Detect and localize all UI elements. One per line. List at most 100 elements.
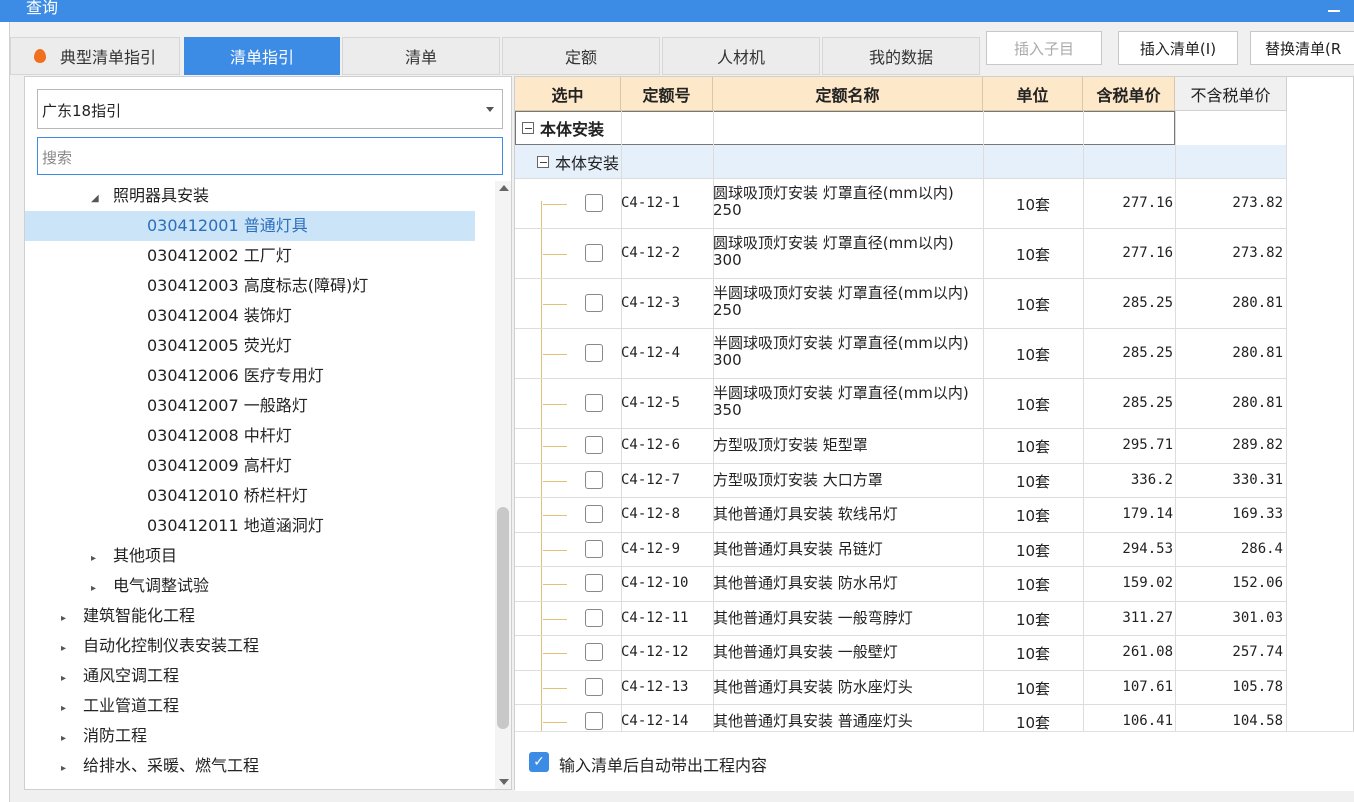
scroll-down-icon[interactable]: [499, 779, 509, 785]
row-select-checkbox[interactable]: [585, 394, 603, 412]
table-row[interactable]: C4-12-1 圆球吸顶灯安装 灯罩直径(mm以内) 250 10套 277.16 27…: [515, 179, 1287, 229]
tab-list-guide[interactable]: 清单指引: [184, 37, 340, 75]
auto-bring-checkbox[interactable]: ✓: [529, 752, 549, 772]
row-select-checkbox[interactable]: [585, 436, 603, 455]
tree-leaf-item[interactable]: 030412002 工厂灯: [25, 241, 475, 271]
price-without-tax: 286.4: [1240, 540, 1283, 557]
table-row[interactable]: C4-12-10 其他普通灯具安装 防水吊灯 10套 159.02 152.06: [515, 567, 1287, 602]
search-input[interactable]: 搜索: [37, 137, 503, 175]
row-select-checkbox[interactable]: [585, 294, 603, 312]
tree-item-label: 电气调整试验: [113, 576, 210, 595]
scrollbar-thumb[interactable]: [497, 507, 509, 729]
tree-leaf-item[interactable]: 030412004 装饰灯: [25, 301, 475, 331]
table-row[interactable]: C4-12-4 半圆球吸顶灯安装 灯罩直径(mm以内) 300 10套 285.25 2…: [515, 329, 1287, 379]
table-row[interactable]: C4-12-8 其他普通灯具安装 软线吊灯 10套 179.14 169.33: [515, 498, 1287, 533]
column-header-select[interactable]: 选中: [515, 77, 621, 111]
insert-child-button[interactable]: 插入子目: [986, 31, 1102, 65]
guide-library-select[interactable]: 广东18指引: [37, 89, 503, 129]
table-row[interactable]: C4-12-6 方型吸顶灯安装 矩型罩 10套 295.71 289.82: [515, 429, 1287, 464]
tab-typical-list-guide[interactable]: 典型清单指引: [10, 37, 180, 75]
tree-leaf-item[interactable]: 030412009 高杆灯: [25, 451, 475, 481]
replace-list-button[interactable]: 替换清单(R: [1250, 31, 1354, 65]
tab-quota[interactable]: 定额: [502, 37, 660, 75]
table-row[interactable]: C4-12-12 其他普通灯具安装 一般壁灯 10套 261.08 257.74: [515, 636, 1287, 671]
collapsed-triangle-icon[interactable]: ▸: [61, 754, 71, 784]
scroll-up-icon[interactable]: [499, 185, 509, 191]
column-header-name[interactable]: 定额名称: [713, 77, 983, 111]
collapsed-triangle-icon[interactable]: ▸: [61, 694, 71, 724]
tree-node[interactable]: ▸ 给排水、采暖、燃气工程: [25, 751, 475, 781]
collapse-icon[interactable]: [522, 122, 534, 134]
tree-leaf-item[interactable]: 030412010 桥栏杆灯: [25, 481, 475, 511]
insert-list-button[interactable]: 插入清单(I): [1118, 31, 1238, 65]
tree-node[interactable]: ▸ 工业管道工程: [25, 691, 475, 721]
row-select-checkbox[interactable]: [585, 608, 603, 627]
tree-leaf-item[interactable]: 030412011 地道涵洞灯: [25, 511, 475, 541]
tree-node[interactable]: ▸ 消防工程: [25, 721, 475, 751]
footer-bar: ✓ 输入清单后自动带出工程内容: [515, 731, 1354, 791]
quota-unit: 10套: [1015, 610, 1051, 629]
table-row[interactable]: C4-12-2 圆球吸顶灯安装 灯罩直径(mm以内) 300 10套 277.16 27…: [515, 229, 1287, 279]
column-header-pretax-price[interactable]: 不含税单价: [1175, 77, 1287, 111]
tree-connector: [543, 304, 567, 305]
table-row[interactable]: C4-12-5 半圆球吸顶灯安装 灯罩直径(mm以内) 350 10套 285.25 2…: [515, 379, 1287, 429]
tab-labor-material-machine[interactable]: 人材机: [662, 37, 820, 75]
tree-node[interactable]: ▸ 建筑智能化工程: [25, 601, 475, 631]
tree-leaf-item[interactable]: 030412008 中杆灯: [25, 421, 475, 451]
tree-node[interactable]: ▸ 通风空调工程: [25, 661, 475, 691]
row-select-checkbox[interactable]: [585, 194, 603, 212]
tree-item-label: 自动化控制仪表安装工程: [83, 636, 260, 655]
row-select-checkbox[interactable]: [585, 643, 603, 662]
row-select-checkbox[interactable]: [585, 539, 603, 558]
tree-connector: [543, 722, 567, 724]
tree-item-label: 030412011 地道涵洞灯: [147, 516, 324, 535]
table-row[interactable]: C4-12-13 其他普通灯具安装 防水座灯头 10套 107.61 105.78: [515, 671, 1287, 705]
collapsed-triangle-icon[interactable]: ▸: [61, 724, 71, 754]
collapsed-triangle-icon[interactable]: ▸: [91, 574, 101, 604]
tree-item-label: 其他项目: [113, 546, 178, 565]
table-row[interactable]: C4-12-9 其他普通灯具安装 吊链灯 10套 294.53 286.4: [515, 533, 1287, 567]
collapse-icon[interactable]: [537, 155, 549, 168]
tree-node[interactable]: ▸ 电气调整试验: [25, 571, 475, 601]
price-without-tax: 280.81: [1232, 295, 1283, 311]
table-row[interactable]: C4-12-7 方型吸顶灯安装 大口方罩 10套 336.2 330.31: [515, 464, 1287, 498]
group-row[interactable]: 本体安装: [515, 111, 1175, 145]
row-select-checkbox[interactable]: [585, 244, 603, 262]
column-header-code[interactable]: 定额号: [621, 77, 713, 111]
price-with-tax: 285.25: [1122, 345, 1173, 361]
row-select-checkbox[interactable]: [585, 677, 603, 696]
row-select-checkbox[interactable]: [585, 712, 603, 731]
column-header-tax-price[interactable]: 含税单价: [1083, 77, 1175, 111]
subgroup-row[interactable]: 本体安装: [515, 145, 1287, 179]
tree-node[interactable]: ◢ 照明器具安装: [25, 181, 475, 211]
collapsed-triangle-icon[interactable]: ▸: [61, 604, 71, 634]
row-select-checkbox[interactable]: [585, 470, 603, 489]
minimize-icon[interactable]: [1328, 2, 1340, 12]
tree-leaf-item[interactable]: 030412003 高度标志(障碍)灯: [25, 271, 475, 301]
row-select-checkbox[interactable]: [585, 574, 603, 593]
tree-leaf-item[interactable]: 030412007 一般路灯: [25, 391, 475, 421]
table-row[interactable]: C4-12-14 其他普通灯具安装 普通座灯头 10套 106.41 104.58: [515, 705, 1287, 731]
collapsed-triangle-icon[interactable]: ▸: [91, 544, 101, 574]
row-select-checkbox[interactable]: [585, 344, 603, 362]
quota-name: 方型吸顶灯安装 大口方罩: [713, 470, 883, 489]
table-row[interactable]: C4-12-3 半圆球吸顶灯安装 灯罩直径(mm以内) 250 10套 285.25 2…: [515, 279, 1287, 329]
tree-leaf-item[interactable]: 030412001 普通灯具: [25, 211, 475, 241]
price-with-tax: 277.16: [1122, 195, 1173, 211]
tree-node[interactable]: ▸ 其他项目: [25, 541, 475, 571]
price-without-tax: 280.81: [1232, 345, 1283, 361]
tab-list[interactable]: 清单: [342, 37, 500, 75]
tree-node[interactable]: ▸ 自动化控制仪表安装工程: [25, 631, 475, 661]
tree-leaf-item[interactable]: 030412006 医疗专用灯: [25, 361, 475, 391]
guide-tree-panel: 广东18指引 搜索 ◢ 照明器具安装 030412001 普通灯具 030412002…: [24, 76, 512, 790]
expanded-triangle-icon[interactable]: ◢: [91, 184, 101, 214]
quota-code: C4-12-12: [621, 644, 689, 661]
tree-leaf-item[interactable]: 030412005 荧光灯: [25, 331, 475, 361]
row-select-checkbox[interactable]: [585, 505, 603, 524]
collapsed-triangle-icon[interactable]: ▸: [61, 664, 71, 694]
tree-scrollbar[interactable]: [495, 181, 511, 789]
collapsed-triangle-icon[interactable]: ▸: [61, 634, 71, 664]
column-header-unit[interactable]: 单位: [983, 77, 1083, 111]
tab-my-data[interactable]: 我的数据: [822, 37, 980, 75]
table-row[interactable]: C4-12-11 其他普通灯具安装 一般弯脖灯 10套 311.27 301.03: [515, 602, 1287, 636]
